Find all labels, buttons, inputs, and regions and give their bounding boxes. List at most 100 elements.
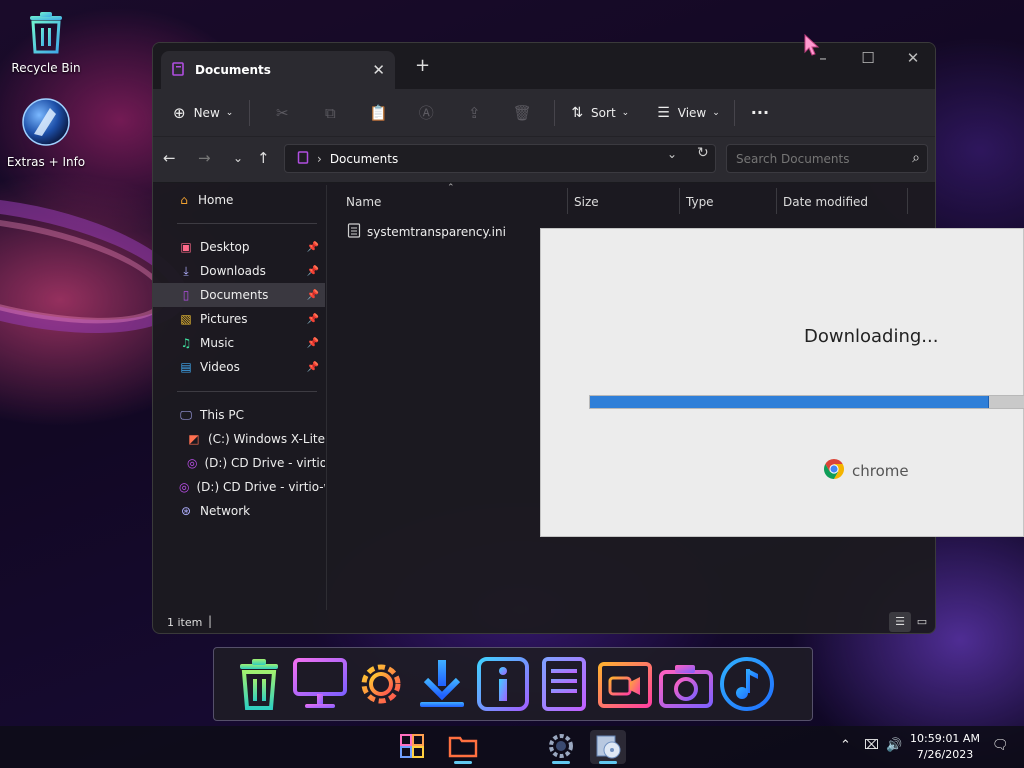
copy-icon[interactable]: ⧉ [306, 104, 354, 122]
more-options-icon[interactable]: ··· [751, 103, 769, 122]
music-note-icon[interactable] [716, 652, 777, 716]
desktop-icon-extras-info[interactable]: Extras + Info [1, 96, 91, 169]
documents-icon [171, 61, 185, 79]
column-header-date-modified[interactable]: Date modified [783, 195, 868, 209]
computer-icon: 🖵 [180, 407, 192, 422]
maximize-button[interactable]: ☐ [848, 49, 888, 67]
network-disconnected-icon[interactable]: ⌧ [864, 738, 879, 753]
notifications-icon[interactable]: 🗨 [992, 738, 1009, 753]
tab-documents[interactable]: Documents ✕ [161, 51, 395, 89]
pictures-icon: ▧ [180, 312, 192, 326]
table-row[interactable]: systemtransparency.ini [347, 223, 506, 241]
details-view-icon[interactable]: ☰ [889, 612, 911, 632]
share-icon[interactable]: ⇪ [450, 104, 498, 122]
show-hidden-icons-chevron[interactable]: ⌃ [840, 738, 851, 753]
nav-item-network[interactable]: ⊛ Network [153, 499, 325, 523]
recent-locations-chevron-icon[interactable]: ⌄ [233, 151, 243, 165]
start-button[interactable] [394, 730, 430, 764]
search-input[interactable] [727, 145, 887, 172]
running-indicator [552, 761, 570, 764]
column-header-type[interactable]: Type [686, 195, 714, 209]
column-divider[interactable] [776, 188, 777, 214]
document-list-icon[interactable] [533, 652, 594, 716]
file-name: systemtransparency.ini [367, 225, 506, 239]
nav-item-this-pc[interactable]: 🖵 This PC [153, 403, 325, 427]
nav-item-desktop[interactable]: ▣ Desktop 📌 [153, 235, 325, 259]
breadcrumb-chevron-icon: › [317, 151, 322, 166]
taskbar: ⌃ ⌧ 🔊 10:59:01 AM 7/26/2023 🗨 [0, 726, 1024, 768]
video-camera-icon[interactable] [594, 652, 655, 716]
search-icon: ⌕ [912, 150, 920, 166]
desktop-icon-recycle-bin[interactable]: Recycle Bin [1, 10, 91, 75]
pin-icon: 📌 [306, 241, 319, 253]
column-divider[interactable] [907, 188, 908, 214]
view-icon: ☰ [657, 104, 670, 121]
nav-item-documents[interactable]: ▯ Documents 📌 [153, 283, 325, 307]
nav-item-label: (C:) Windows X-Lite [207, 432, 325, 446]
rename-icon[interactable]: Ⓐ [402, 102, 450, 123]
new-tab-button[interactable]: + [415, 55, 430, 76]
sort-button[interactable]: ⇅ Sort ⌄ [571, 105, 629, 121]
folder-icon [448, 734, 478, 761]
view-button[interactable]: ☰ View ⌄ [657, 105, 720, 121]
nav-item-pictures[interactable]: ▧ Pictures 📌 [153, 307, 325, 331]
taskbar-file-explorer[interactable] [445, 730, 481, 764]
nav-item-label: Documents [200, 288, 269, 302]
forward-arrow-icon[interactable]: → [198, 149, 211, 167]
nav-item-home[interactable]: ⌂ Home [153, 188, 325, 212]
info-icon[interactable] [472, 652, 533, 716]
up-arrow-icon[interactable]: ↑ [257, 149, 270, 167]
close-tab-icon[interactable]: ✕ [372, 61, 385, 79]
address-dropdown-icon[interactable]: ⌄ [667, 147, 677, 161]
nav-divider [177, 223, 317, 224]
download-icon[interactable] [411, 652, 472, 716]
new-button[interactable]: ⊕ New ⌄ [173, 104, 233, 122]
status-divider: | [208, 614, 213, 628]
camera-icon[interactable] [655, 652, 716, 716]
nav-item-music[interactable]: ♫ Music 📌 [153, 331, 325, 355]
settings-gear-icon [547, 732, 575, 763]
taskbar-settings[interactable] [543, 730, 579, 764]
trash-icon[interactable] [228, 652, 289, 716]
refresh-icon[interactable]: ↻ [697, 145, 709, 161]
pin-icon: 📌 [306, 361, 319, 373]
cd-drive-icon: ◎ [179, 480, 190, 494]
paste-icon[interactable]: 📋 [354, 104, 402, 122]
address-field[interactable]: › Documents [284, 144, 716, 173]
documents-icon: ▯ [182, 288, 190, 302]
start-windows-icon [400, 733, 424, 761]
delete-icon[interactable]: 🗑 [498, 104, 546, 122]
column-header-size[interactable]: Size [574, 195, 599, 209]
search-box[interactable]: ⌕ [726, 144, 928, 173]
volume-icon[interactable]: 🔊 [886, 738, 902, 753]
toolbar-divider [554, 99, 556, 126]
back-arrow-icon[interactable]: ← [163, 149, 176, 167]
breadcrumb-documents[interactable]: Documents [330, 152, 398, 166]
download-progress-fill [590, 396, 990, 408]
recycle-bin-icon [26, 12, 66, 57]
system-clock[interactable]: 10:59:01 AM 7/26/2023 [906, 731, 984, 763]
close-window-button[interactable]: ✕ [893, 49, 933, 67]
column-header-name[interactable]: Name [346, 195, 381, 209]
monitor-icon[interactable] [289, 652, 350, 716]
clock-date: 7/26/2023 [916, 748, 974, 761]
column-divider[interactable] [567, 188, 568, 214]
cut-icon[interactable]: ✂ [258, 104, 306, 122]
nav-item-drive-c[interactable]: ◩ (C:) Windows X-Lite [153, 427, 325, 451]
nav-item-downloads[interactable]: ⤓ Downloads 📌 [153, 259, 325, 283]
nav-item-drive-d-virtio-w[interactable]: ◎ (D:) CD Drive - virtio-w [153, 475, 325, 499]
address-bar-row: ← → ⌄ ↑ › Documents ⌄ ↻ ⌕ [153, 137, 935, 183]
column-divider[interactable] [679, 188, 680, 214]
pin-icon: 📌 [306, 337, 319, 349]
chrome-download-dialog: Downloading... chrome [540, 228, 1024, 537]
nav-item-drive-d-virtio[interactable]: ◎ (D:) CD Drive - virtio [153, 451, 325, 475]
settings-gear-icon[interactable] [350, 652, 411, 716]
nav-item-videos[interactable]: ▤ Videos 📌 [153, 355, 325, 379]
nav-item-label: This PC [200, 408, 244, 422]
documents-icon [297, 150, 309, 167]
chrome-brand: chrome [823, 458, 909, 483]
tiles-view-icon[interactable]: ▭ [914, 612, 930, 632]
download-status-text: Downloading... [804, 326, 939, 347]
taskbar-installer-app[interactable] [590, 730, 626, 764]
nav-item-label: Downloads [200, 264, 266, 278]
